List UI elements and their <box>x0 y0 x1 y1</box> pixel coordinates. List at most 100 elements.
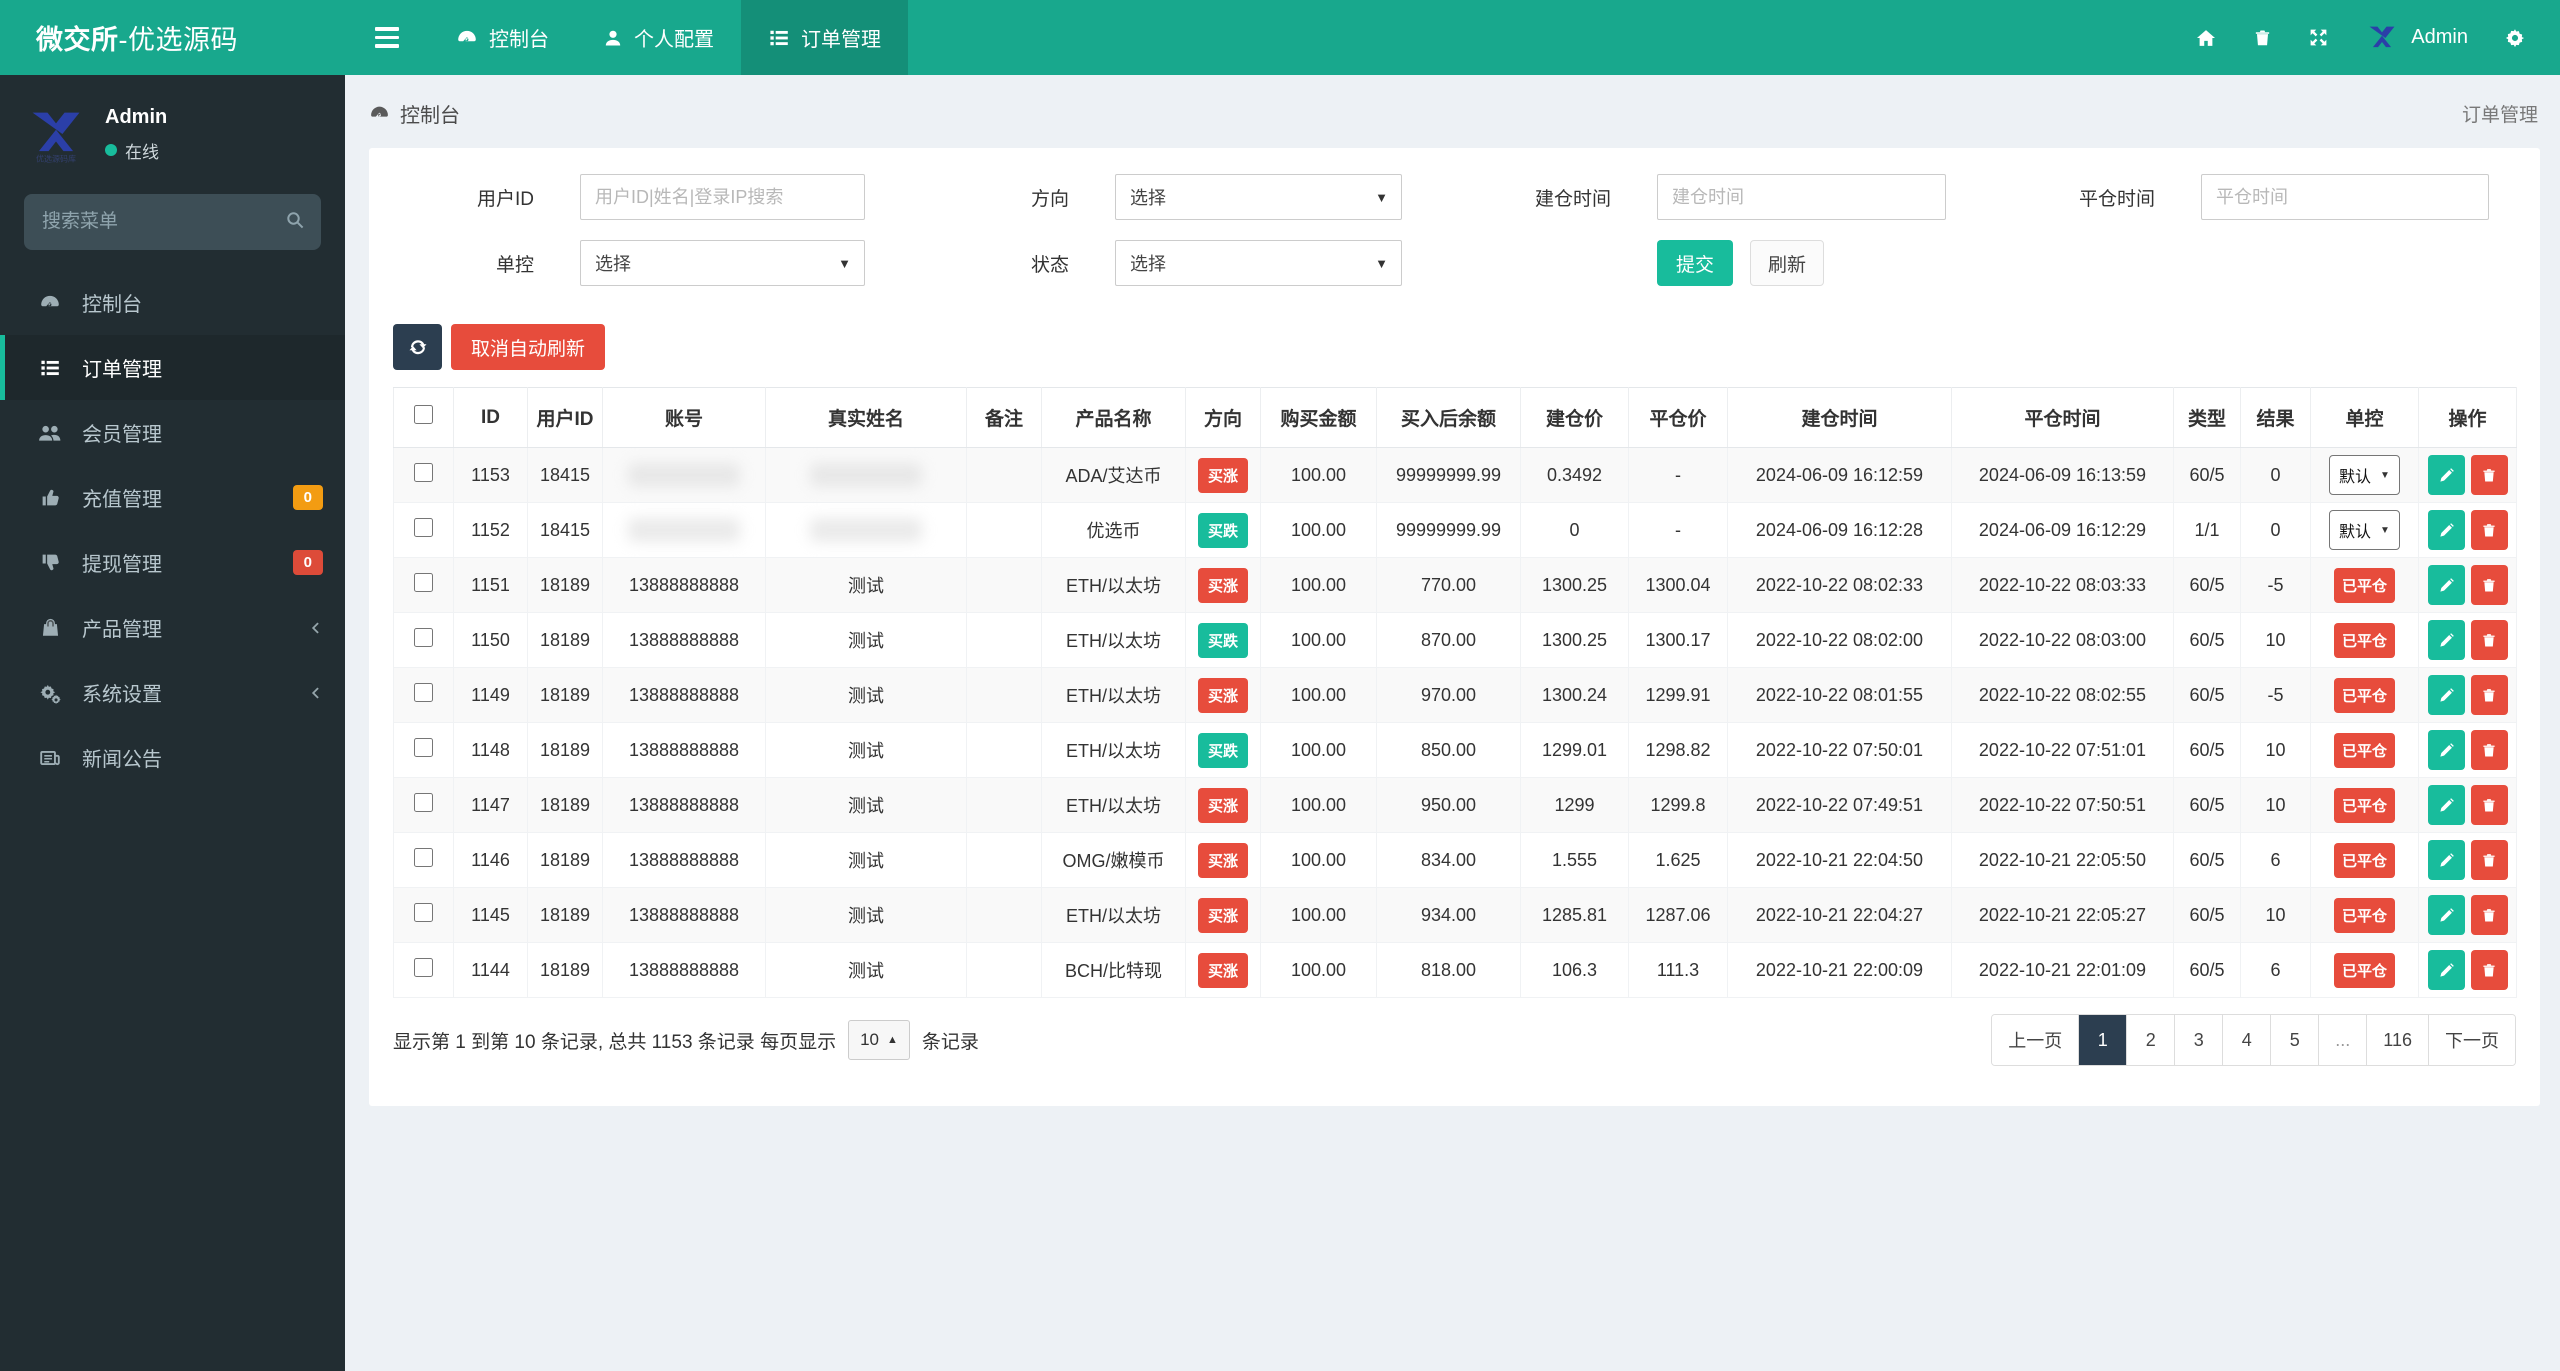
col-header: 结果 <box>2240 387 2311 448</box>
edit-button[interactable] <box>2427 455 2465 496</box>
cell-remark <box>966 502 1042 558</box>
cell-name: 测试 <box>765 887 967 943</box>
page-button-4[interactable]: 4 <box>2222 1015 2271 1065</box>
page-size-select[interactable]: 10 ▲ <box>848 1020 910 1060</box>
edit-button[interactable] <box>2427 840 2465 881</box>
col-header: 购买金额 <box>1260 387 1377 448</box>
row-checkbox[interactable] <box>414 573 433 592</box>
delete-button[interactable] <box>2470 509 2508 550</box>
sidebar-item-6[interactable]: 系统设置 <box>0 660 345 725</box>
search-input[interactable] <box>24 194 321 250</box>
edit-button[interactable] <box>2427 510 2465 551</box>
sidebar: 优选源码库 Admin 在线 控制台订单管理会员管理充值管理 0 提现管理 0 产品管理… <box>0 75 345 1371</box>
page-button-1[interactable]: 1 <box>2078 1015 2127 1065</box>
delete-button[interactable] <box>2470 729 2508 770</box>
cell-close_time: 2022-10-21 22:05:27 <box>1951 887 2174 943</box>
delete-button[interactable] <box>2470 674 2508 715</box>
sidebar-toggle-icon[interactable] <box>345 0 429 75</box>
search-icon[interactable] <box>285 210 305 230</box>
cell-account: 13888888888 <box>602 777 766 833</box>
status-select[interactable]: 选择 ▼ <box>1115 240 1402 286</box>
cell-type: 60/5 <box>2173 777 2241 833</box>
user-id-input[interactable] <box>580 174 865 220</box>
home-icon[interactable] <box>2195 27 2217 49</box>
delete-button[interactable] <box>2470 619 2508 660</box>
row-control-select[interactable]: 默认 ▼ <box>2329 455 2400 495</box>
row-checkbox[interactable] <box>414 518 433 537</box>
sidebar-item-4[interactable]: 提现管理 0 <box>0 530 345 595</box>
cell-open_price: 1300.25 <box>1520 557 1629 613</box>
page-button-5[interactable]: 5 <box>2270 1015 2319 1065</box>
content-header: 控制台 订单管理 <box>345 75 2560 148</box>
delete-button[interactable] <box>2470 564 2508 605</box>
control-select[interactable]: 选择 ▼ <box>580 240 865 286</box>
edit-button[interactable] <box>2427 950 2465 991</box>
cell-account: 13888888888 <box>602 942 766 998</box>
sidebar-item-2[interactable]: 会员管理 <box>0 400 345 465</box>
next-page-button[interactable]: 下一页 <box>2428 1015 2515 1065</box>
breadcrumb-current: 控制台 <box>400 105 460 127</box>
delete-button[interactable] <box>2470 784 2508 825</box>
cell-amount: 100.00 <box>1260 667 1377 723</box>
cell-actions <box>2418 667 2517 723</box>
page-button-3[interactable]: 3 <box>2174 1015 2223 1065</box>
row-checkbox[interactable] <box>414 683 433 702</box>
cell-open_time: 2022-10-21 22:04:50 <box>1727 832 1952 888</box>
caret-down-icon: ▼ <box>1375 189 1388 205</box>
select-all-checkbox[interactable] <box>414 405 433 424</box>
nav-item-0[interactable]: 控制台 <box>429 0 576 75</box>
submit-button[interactable]: 提交 <box>1657 240 1734 286</box>
edit-button[interactable] <box>2427 895 2465 936</box>
nav-item-2[interactable]: 订单管理 <box>741 0 908 75</box>
nav-item-label: 个人配置 <box>634 29 714 51</box>
expand-icon[interactable] <box>2308 27 2329 48</box>
sidebar-item-0[interactable]: 控制台 <box>0 270 345 335</box>
row-control-select[interactable]: 默认 ▼ <box>2329 510 2400 550</box>
cell-open_price: 1285.81 <box>1520 887 1629 943</box>
direction-select[interactable]: 选择 ▼ <box>1115 174 1402 220</box>
page-button-2[interactable]: 2 <box>2126 1015 2175 1065</box>
delete-button[interactable] <box>2470 454 2508 495</box>
edit-button[interactable] <box>2427 785 2465 826</box>
row-checkbox[interactable] <box>414 738 433 757</box>
delete-button[interactable] <box>2470 949 2508 990</box>
prev-page-button[interactable]: 上一页 <box>1992 1015 2079 1065</box>
sidebar-item-7[interactable]: 新闻公告 <box>0 725 345 790</box>
navbar-user-menu[interactable]: Admin <box>2365 21 2468 55</box>
closed-status-badge: 已平仓 <box>2333 677 2395 713</box>
delete-button[interactable] <box>2470 839 2508 880</box>
row-checkbox[interactable] <box>414 628 433 647</box>
trash-icon[interactable] <box>2253 27 2272 48</box>
close-time-input[interactable] <box>2201 174 2489 220</box>
closed-status-badge: 已平仓 <box>2333 787 2395 823</box>
cell-open_time: 2022-10-22 07:49:51 <box>1727 777 1952 833</box>
cell-direction: 买涨 <box>1185 667 1261 723</box>
edit-button[interactable] <box>2427 730 2465 771</box>
sidebar-item-1[interactable]: 订单管理 <box>0 335 345 400</box>
row-checkbox[interactable] <box>414 848 433 867</box>
row-checkbox[interactable] <box>414 793 433 812</box>
delete-button[interactable] <box>2470 894 2508 935</box>
sidebar-item-5[interactable]: 产品管理 <box>0 595 345 660</box>
brand-bold: 微交所 <box>36 25 119 55</box>
edit-button[interactable] <box>2427 620 2465 661</box>
gear-icon[interactable] <box>2504 27 2526 49</box>
cell-open_time: 2022-10-22 08:02:33 <box>1727 557 1952 613</box>
page-button-116[interactable]: 116 <box>2366 1015 2428 1065</box>
edit-button[interactable] <box>2427 565 2465 606</box>
row-checkbox[interactable] <box>414 903 433 922</box>
cell-uid: 18189 <box>527 667 603 723</box>
cell-remark <box>966 942 1042 998</box>
nav-item-1[interactable]: 个人配置 <box>576 0 741 75</box>
table-toolbar: 取消自动刷新 <box>393 324 2516 370</box>
sidebar-item-3[interactable]: 充值管理 0 <box>0 465 345 530</box>
open-time-input[interactable] <box>1657 174 1946 220</box>
table-row: 1148 18189 13888888888 测试 ETH/以太坊 买跌 100.00 850… <box>393 722 2517 778</box>
cell-close_time: 2022-10-22 08:03:00 <box>1951 612 2174 668</box>
row-checkbox[interactable] <box>414 958 433 977</box>
row-checkbox[interactable] <box>414 463 433 482</box>
sync-refresh-button[interactable] <box>393 324 442 370</box>
cancel-auto-refresh-button[interactable]: 取消自动刷新 <box>451 324 606 370</box>
edit-button[interactable] <box>2427 675 2465 716</box>
refresh-button[interactable]: 刷新 <box>1750 240 1825 286</box>
